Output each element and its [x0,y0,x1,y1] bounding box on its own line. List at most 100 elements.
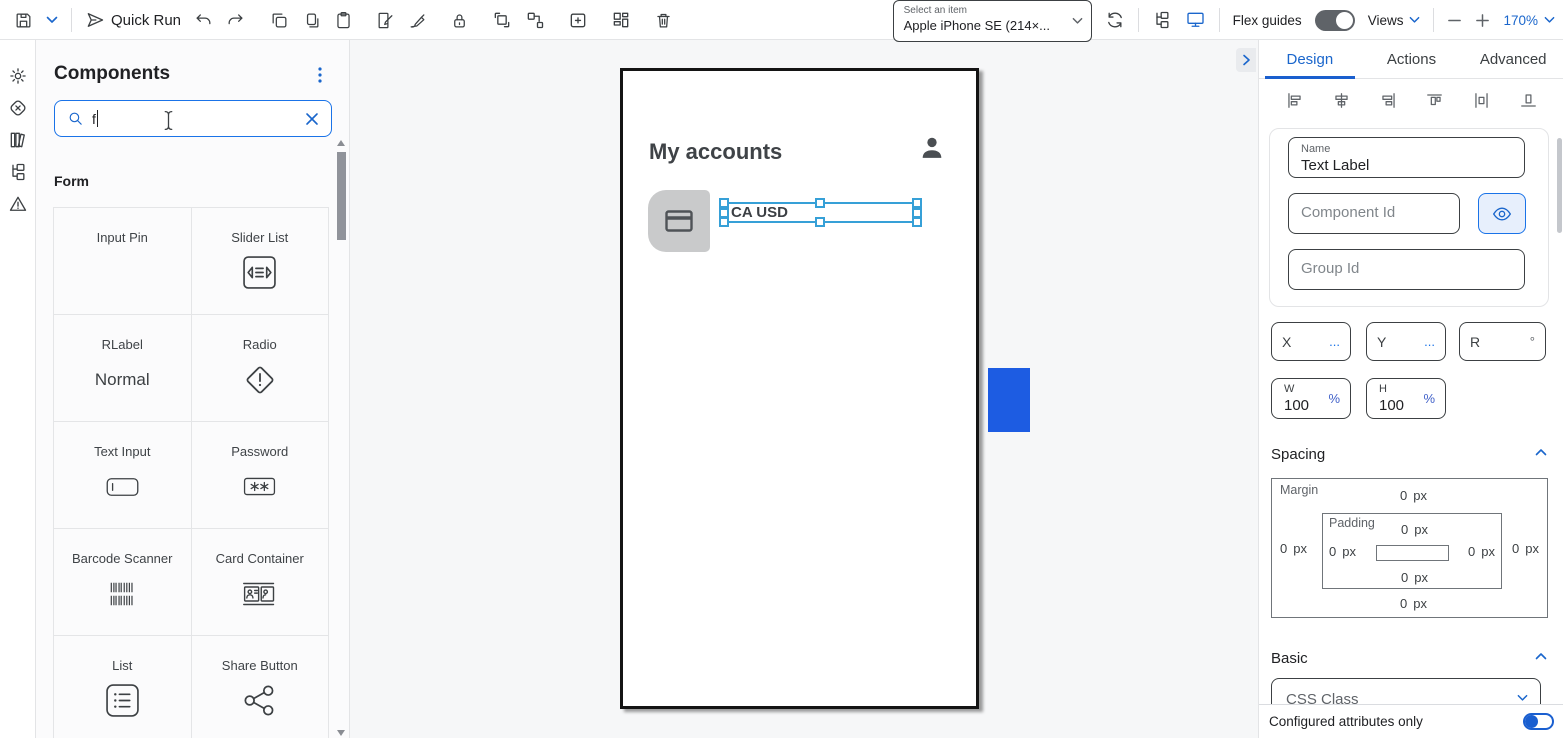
distribute-horizontal-button[interactable] [1472,91,1491,110]
spacing-collapse-button[interactable] [1535,448,1547,456]
delete-button[interactable] [654,11,673,30]
gear-icon [8,66,28,86]
ungroup-button[interactable] [525,10,545,30]
device-selector[interactable]: Select an item Apple iPhone SE (214×... [893,0,1092,42]
component-item-list[interactable]: List [54,636,192,738]
margin-left-value[interactable]: 0px [1280,541,1307,556]
scrollbar-thumb[interactable] [337,152,346,240]
design-canvas[interactable]: My accounts CA USD [350,40,1258,738]
selected-text-label[interactable]: CA USD [731,204,788,221]
height-field[interactable]: H 100 % [1366,378,1446,419]
padding-bottom-value[interactable]: 0px [1401,570,1428,585]
align-bottom-button[interactable] [1519,91,1538,110]
align-top-button[interactable] [1425,91,1444,110]
width-field[interactable]: W 100 % [1271,378,1351,419]
margin-right-value[interactable]: 0px [1512,541,1539,556]
configured-attributes-toggle[interactable] [1523,713,1554,730]
group-button[interactable] [492,10,512,30]
selection-handle-top-center[interactable] [815,198,825,208]
phone-frame[interactable]: My accounts CA USD [620,68,979,709]
save-menu-chevron[interactable] [46,16,58,24]
selection-handle-top-left[interactable] [719,198,729,208]
margin-top-value[interactable]: 0px [1400,488,1427,503]
screen-title[interactable]: My accounts [649,139,782,165]
tree-view-button[interactable] [1152,10,1172,30]
component-item-barcode-scanner[interactable]: Barcode Scanner [54,529,192,636]
library-nav-button[interactable] [8,130,28,150]
device-preview-button[interactable] [1185,10,1206,30]
undo-button[interactable] [194,11,213,30]
align-center-horizontal-button[interactable] [1332,91,1351,110]
padding-top-value[interactable]: 0px [1401,522,1428,537]
brush-button[interactable] [408,11,427,30]
paste-button[interactable] [334,11,353,30]
copy-button[interactable] [270,11,289,30]
add-frame-button[interactable] [568,10,588,30]
selection-handle-top-right[interactable] [912,198,922,208]
selection-handle-bottom-left[interactable] [719,217,729,227]
name-field[interactable]: Name Text Label [1288,137,1525,178]
scroll-down-arrow[interactable] [337,730,345,736]
component-item-card-container[interactable]: Card Container [192,529,330,636]
floating-blue-block[interactable] [988,368,1030,432]
component-item-rlabel[interactable]: RLabel Normal [54,315,192,422]
component-item-text-input[interactable]: Text Input [54,422,192,529]
zoom-in-button[interactable] [1475,13,1490,28]
settings-nav-button[interactable] [8,66,28,86]
save-button[interactable] [14,11,33,30]
inspector-footer: Configured attributes only [1259,704,1563,738]
redo-button[interactable] [226,11,245,30]
components-scrollbar[interactable] [336,144,347,738]
chevron-down-icon [46,16,58,24]
align-right-button[interactable] [1379,91,1398,110]
refresh-button[interactable] [1105,10,1125,30]
visibility-button[interactable] [1478,193,1526,234]
zoom-level-value: 170% [1503,13,1538,28]
flex-guides-toggle[interactable] [1315,10,1355,31]
style-button[interactable] [376,11,395,30]
toolbar-divider [1433,8,1434,32]
padding-left-value[interactable]: 0px [1329,544,1356,559]
component-item-share-button[interactable]: Share Button [192,636,330,738]
components-menu-button[interactable] [312,66,328,84]
inspector-scrollbar-thumb[interactable] [1557,138,1562,233]
scroll-up-arrow[interactable] [337,140,345,146]
account-tile[interactable] [648,190,710,252]
component-item-password[interactable]: Password [192,422,330,529]
views-dropdown[interactable]: Views [1368,13,1421,28]
selection-handle-bottom-right[interactable] [912,217,922,227]
rotation-field[interactable]: R ° [1459,322,1546,361]
padding-right-value[interactable]: 0px [1468,544,1495,559]
margin-bottom-value[interactable]: 0px [1400,596,1427,611]
hierarchy-nav-button[interactable] [8,162,28,182]
x-position-field[interactable]: X ... [1271,322,1351,361]
widgets-nav-button[interactable] [8,98,28,118]
lock-button[interactable] [450,11,469,30]
selection-handle-bottom-center[interactable] [815,217,825,227]
basic-collapse-button[interactable] [1535,652,1547,660]
person-icon[interactable] [918,134,946,162]
panel-collapse-button[interactable] [1236,48,1256,72]
warnings-nav-button[interactable] [8,194,28,214]
zoom-level-dropdown[interactable]: 170% [1503,13,1555,28]
element-size-input[interactable] [1376,545,1449,561]
group-id-field[interactable]: Group Id [1288,249,1525,290]
tab-design[interactable]: Design [1259,40,1361,78]
component-item-input-pin[interactable]: Input Pin [54,208,192,315]
selected-element[interactable]: CA USD [723,202,918,223]
clear-search-button[interactable] [305,112,319,126]
component-item-slider-list[interactable]: Slider List [192,208,330,315]
component-id-field[interactable]: Component Id [1288,193,1460,234]
component-search-input[interactable]: f [54,100,332,137]
quick-run-button[interactable]: Quick Run [85,10,181,30]
zoom-out-button[interactable] [1447,13,1462,28]
align-left-button[interactable] [1285,91,1304,110]
tab-actions[interactable]: Actions [1361,40,1463,78]
duplicate-button[interactable] [302,11,321,30]
tab-advanced[interactable]: Advanced [1462,40,1563,78]
text-input-icon [106,459,139,528]
layout-button[interactable] [611,10,631,30]
component-item-radio[interactable]: Radio [192,315,330,422]
group-id-placeholder: Group Id [1301,260,1359,277]
y-position-field[interactable]: Y ... [1366,322,1446,361]
